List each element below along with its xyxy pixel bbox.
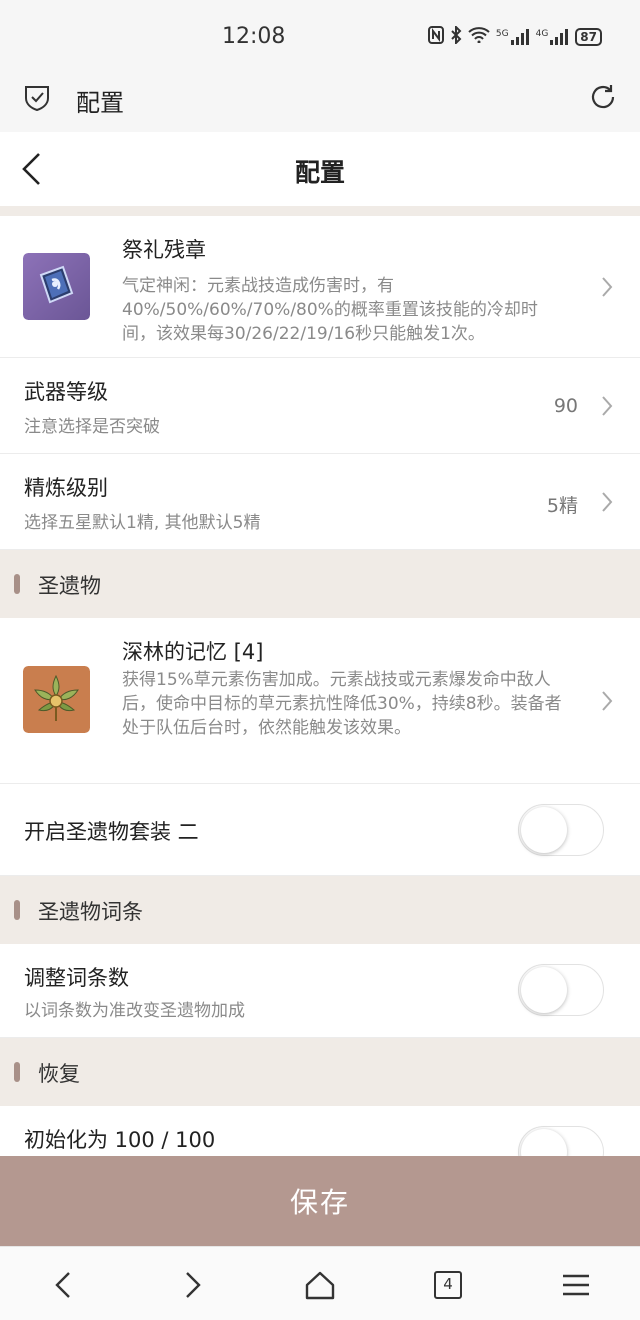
restore-toggle[interactable]: [518, 1126, 604, 1156]
weapon-name: 祭礼残章: [122, 238, 206, 262]
chevron-right-icon: [602, 277, 613, 297]
substats-toggle[interactable]: [518, 964, 604, 1016]
chevron-right-icon: [602, 492, 613, 512]
signal-4g-icon: 4G: [536, 29, 570, 45]
section-marker: [14, 1062, 20, 1082]
refinement-hint: 选择五星默认1精, 其他默认5精: [24, 513, 261, 533]
shield-check-icon[interactable]: [24, 84, 50, 112]
restore-toggle-row: 初始化为 100 / 100: [0, 1106, 640, 1156]
weapon-level-label: 武器等级: [24, 380, 108, 404]
save-button[interactable]: 保存: [0, 1156, 640, 1246]
tabs-count: 4: [443, 1275, 453, 1293]
home-icon[interactable]: [300, 1265, 340, 1305]
section-substats: 圣遗物词条: [0, 876, 640, 944]
nav-header: 配置: [0, 132, 640, 206]
weapon-item[interactable]: 祭礼残章 气定神闲：元素战技造成伤害时，有40%/50%/60%/70%/80%…: [0, 216, 640, 358]
substats-hint: 以词条数为准改变圣遗物加成: [24, 1001, 245, 1021]
tabs-icon: 4: [434, 1271, 462, 1299]
weapon-description: 气定神闲：元素战技造成伤害时，有40%/50%/60%/70%/80%的概率重置…: [122, 276, 538, 344]
refinement-label: 精炼级别: [24, 476, 108, 500]
status-bar: 12:08 5G 4G 87: [0, 0, 640, 68]
substats-toggle-row: 调整词条数 以词条数为准改变圣遗物加成: [0, 944, 640, 1038]
artifact-set-name: 深林的记忆 [4]: [122, 640, 264, 664]
toggle-knob: [521, 1129, 567, 1156]
set2-label: 开启圣遗物套装 二: [24, 820, 199, 844]
page-title: 配置: [294, 158, 345, 187]
toggle-knob: [521, 967, 567, 1013]
status-time: 12:08: [222, 24, 286, 49]
weapon-level-value: 90: [553, 395, 578, 417]
weapon-level-row[interactable]: 武器等级 注意选择是否突破 90: [0, 358, 640, 454]
bluetooth-icon: [450, 24, 462, 48]
section-marker: [14, 900, 20, 920]
config-list[interactable]: 祭礼残章 气定神闲：元素战技造成伤害时，有40%/50%/60%/70%/80%…: [0, 206, 640, 1156]
bottom-nav: 4: [0, 1246, 640, 1320]
section-marker: [14, 574, 20, 594]
app-title: 配置: [76, 89, 124, 117]
section-title: 圣遗物: [38, 574, 101, 598]
menu-icon[interactable]: [556, 1265, 596, 1305]
section-restore: 恢复: [0, 1038, 640, 1106]
signal-5g-icon: 5G: [496, 29, 530, 45]
substats-label: 调整词条数: [24, 966, 129, 990]
artifact-thumbnail: [23, 666, 90, 733]
artifact-set-description: 获得15%草元素伤害加成。元素战技或元素爆发命中敌人后，使命中目标的草元素抗性降…: [122, 670, 562, 738]
nfc-icon: [427, 26, 444, 48]
battery-indicator: 87: [575, 28, 602, 46]
section-title: 恢复: [38, 1062, 80, 1086]
section-artifacts: 圣遗物: [0, 550, 640, 618]
section-title: 圣遗物词条: [38, 900, 143, 924]
divider: [0, 206, 640, 216]
refinement-value: 5精: [546, 495, 578, 517]
artifact-set-item[interactable]: 深林的记忆 [4] 获得15%草元素伤害加成。元素战技或元素爆发命中敌人后，使命…: [0, 618, 640, 784]
tabs-button[interactable]: 4: [428, 1265, 468, 1305]
chevron-right-icon: [602, 691, 613, 711]
weapon-level-hint: 注意选择是否突破: [24, 417, 160, 437]
wifi-icon: [468, 27, 490, 47]
toggle-knob: [521, 807, 567, 853]
back-icon[interactable]: [44, 1265, 84, 1305]
status-icons: 5G 4G 87: [427, 24, 602, 48]
set2-toggle-row: 开启圣遗物套装 二: [0, 784, 640, 876]
refinement-row[interactable]: 精炼级别 选择五星默认1精, 其他默认5精 5精: [0, 454, 640, 550]
chevron-right-icon: [602, 396, 613, 416]
refresh-icon[interactable]: [588, 82, 618, 112]
set2-toggle[interactable]: [518, 804, 604, 856]
forward-icon[interactable]: [172, 1265, 212, 1305]
restore-label: 初始化为 100 / 100: [24, 1128, 216, 1152]
app-bar: 配置: [0, 68, 640, 132]
save-label: 保存: [289, 1186, 350, 1219]
weapon-thumbnail: [23, 253, 90, 320]
